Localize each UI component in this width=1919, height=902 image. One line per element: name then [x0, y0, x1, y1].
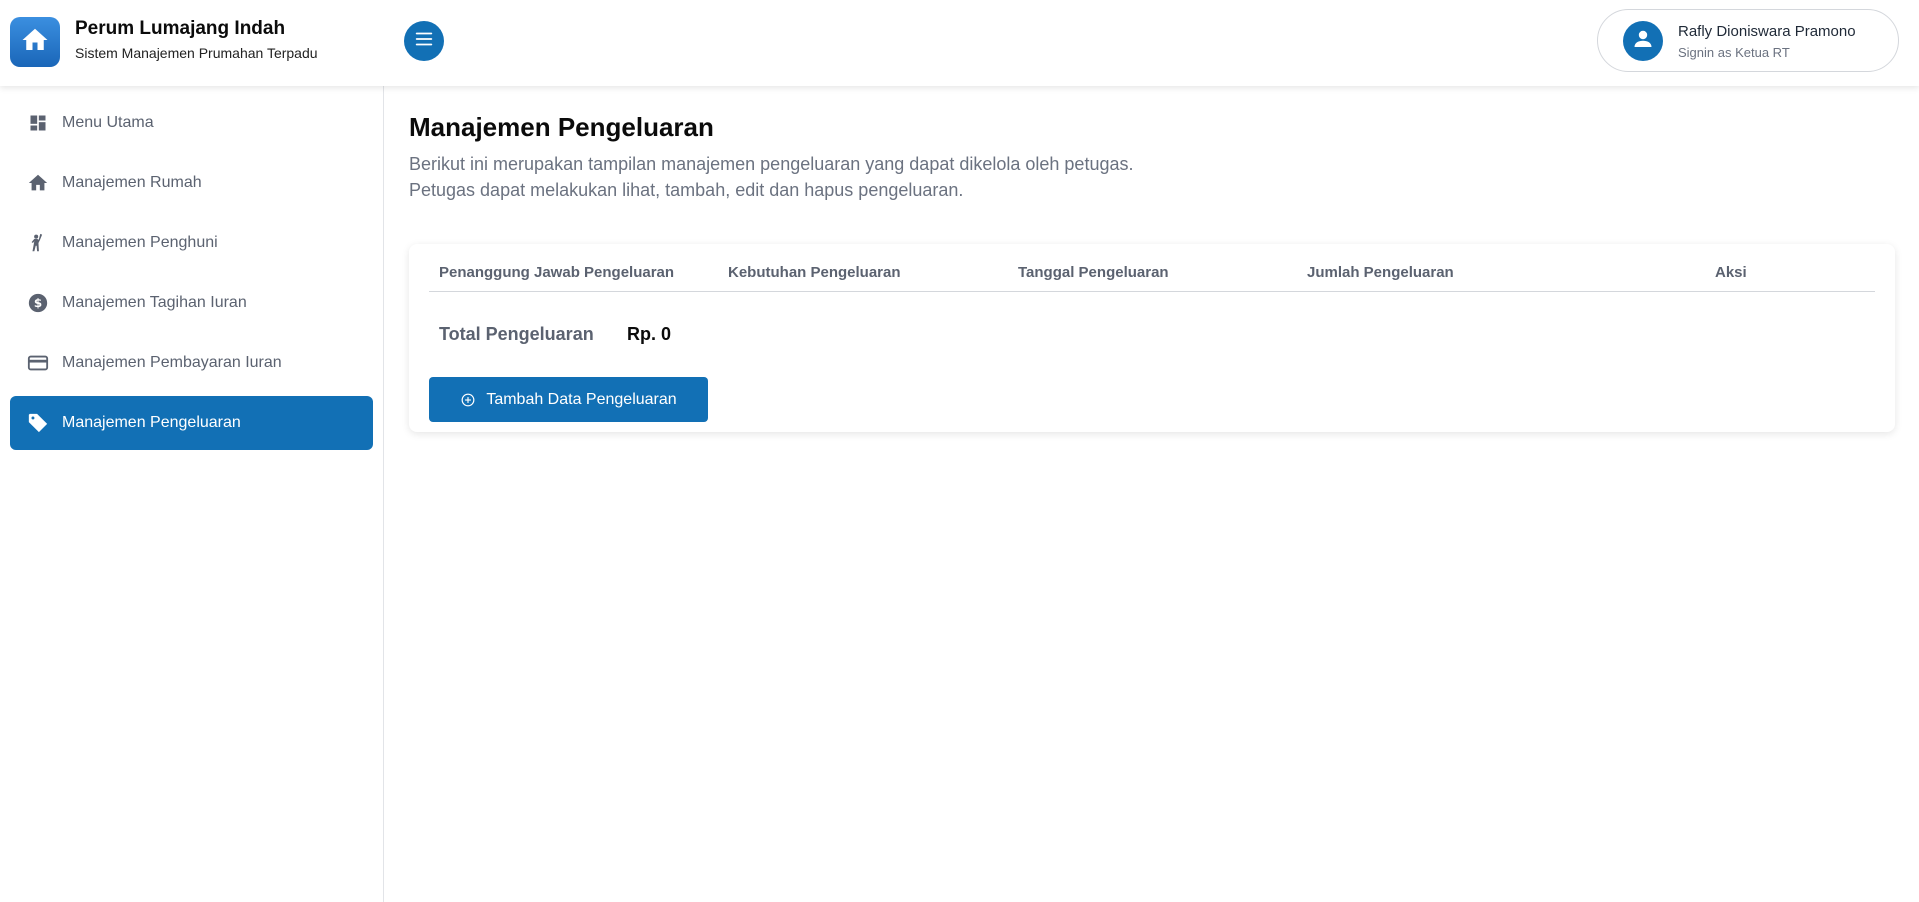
add-expense-button-label: Tambah Data Pengeluaran [486, 390, 677, 408]
sidebar-item-label: Menu Utama [62, 114, 154, 131]
dashboard-icon [27, 112, 49, 134]
plus-circle-icon [460, 392, 476, 408]
column-header-kebutuhan: Kebutuhan Pengeluaran [728, 264, 901, 281]
person-icon [1631, 27, 1655, 56]
sidebar-item-manajemen-penghuni[interactable]: Manajemen Penghuni [10, 216, 373, 270]
sidebar-item-manajemen-pengeluaran[interactable]: Manajemen Pengeluaran [10, 396, 373, 450]
top-header: Perum Lumajang Indah Sistem Manajemen Pr… [0, 0, 1919, 86]
sidebar-item-label: Manajemen Rumah [62, 174, 202, 191]
sidebar-item-menu-utama[interactable]: Menu Utama [10, 96, 373, 150]
hamburger-icon [413, 28, 435, 55]
column-header-tanggal: Tanggal Pengeluaran [1018, 264, 1169, 281]
user-name: Rafly Dioniswara Pramono [1678, 23, 1856, 40]
total-label: Total Pengeluaran [439, 324, 594, 344]
home-icon [20, 25, 50, 60]
dollar-circle-icon: $ [27, 292, 49, 314]
column-header-aksi: Aksi [1715, 264, 1747, 281]
add-expense-button[interactable]: Tambah Data Pengeluaran [429, 377, 708, 422]
credit-card-icon [27, 352, 49, 374]
table-header-divider [429, 291, 1875, 292]
brand-title: Perum Lumajang Indah [75, 18, 286, 39]
brand-subtitle: Sistem Manajemen Prumahan Terpadu [75, 45, 318, 61]
user-profile-card[interactable]: Rafly Dioniswara Pramono Signin as Ketua… [1597, 9, 1899, 72]
column-header-jumlah: Jumlah Pengeluaran [1307, 264, 1454, 281]
expenses-table-card: Penanggung Jawab Pengeluaran Kebutuhan P… [409, 244, 1895, 432]
home-icon [27, 172, 49, 194]
sidebar-item-label: Manajemen Pembayaran Iuran [62, 354, 282, 371]
page-title: Manajemen Pengeluaran [409, 112, 714, 142]
app-logo[interactable] [10, 17, 60, 67]
sidebar: Menu Utama Manajemen Rumah Manajemen Pen… [0, 86, 384, 902]
column-header-penanggung-jawab: Penanggung Jawab Pengeluaran [439, 264, 675, 281]
avatar [1623, 21, 1663, 61]
tag-icon [27, 412, 49, 434]
sidebar-item-manajemen-pembayaran-iuran[interactable]: Manajemen Pembayaran Iuran [10, 336, 373, 390]
sidebar-toggle-button[interactable] [404, 21, 444, 61]
page-description: Berikut ini merupakan tampilan manajemen… [409, 154, 1134, 200]
sidebar-item-label: Manajemen Pengeluaran [62, 414, 241, 431]
sidebar-item-label: Manajemen Penghuni [62, 234, 218, 251]
user-role: Signin as Ketua RT [1678, 45, 1790, 60]
svg-text:$: $ [34, 296, 42, 310]
sidebar-item-label: Manajemen Tagihan Iuran [62, 294, 247, 311]
person-wave-icon [27, 232, 49, 254]
sidebar-item-manajemen-rumah[interactable]: Manajemen Rumah [10, 156, 373, 210]
sidebar-item-manajemen-tagihan-iuran[interactable]: $ Manajemen Tagihan Iuran [10, 276, 373, 330]
total-value: Rp. 0 [627, 324, 672, 344]
